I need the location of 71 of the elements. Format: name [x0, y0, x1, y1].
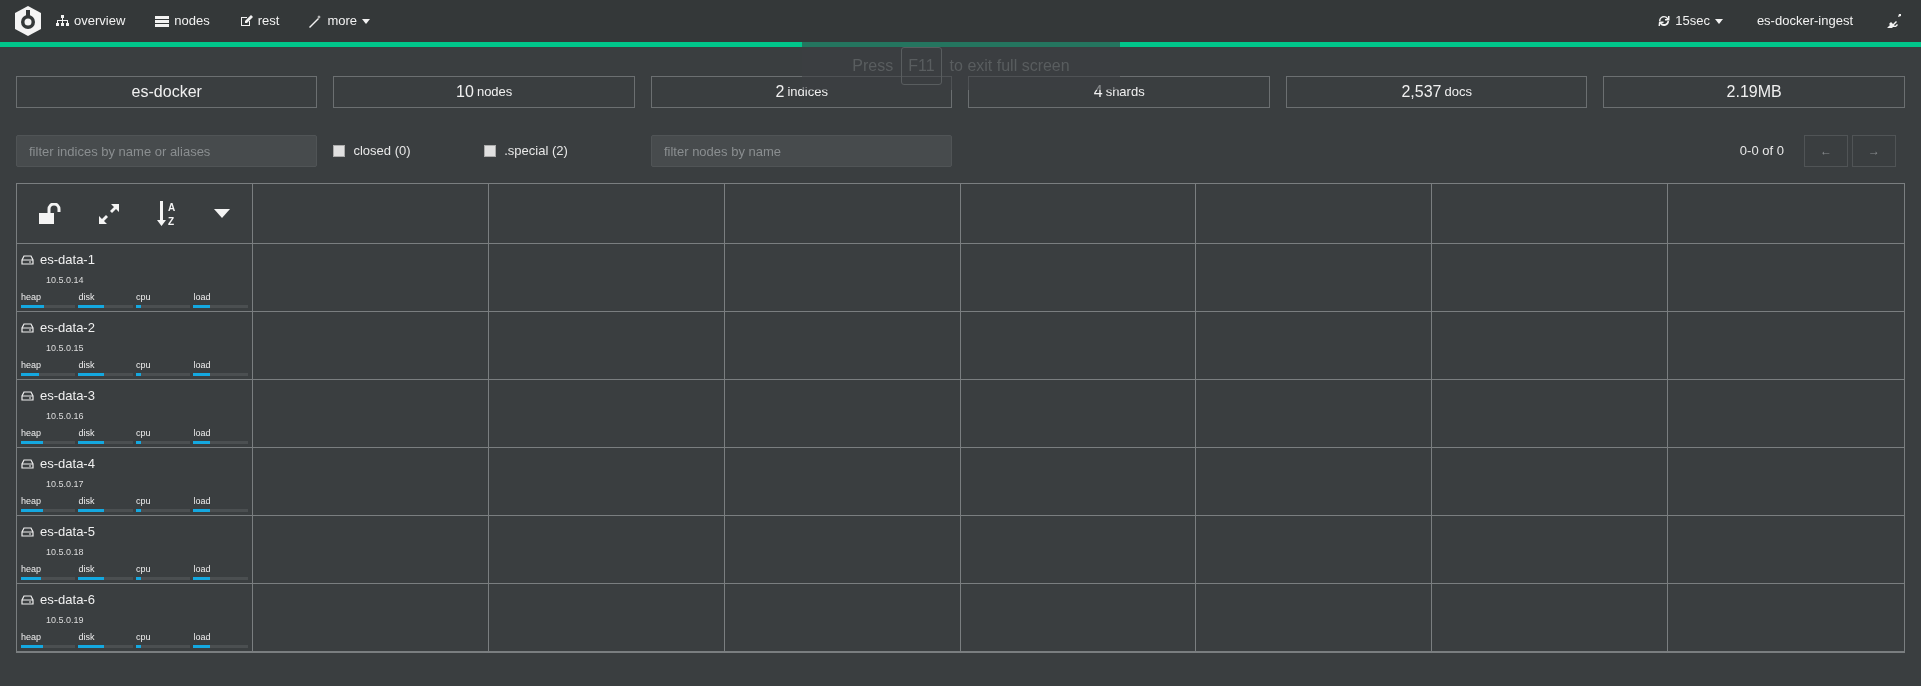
metric-label: cpu — [135, 291, 152, 304]
metric-label: heap — [21, 631, 43, 644]
metric-label: disk — [78, 427, 96, 440]
sitemap-icon — [56, 15, 69, 27]
nav-link[interactable]: more — [309, 11, 370, 31]
nav-link[interactable]: overview — [56, 11, 126, 31]
metric-label: heap — [21, 359, 43, 372]
metric-label: cpu — [135, 427, 152, 440]
unlock-icon[interactable] — [38, 202, 63, 225]
metric-label: load — [193, 563, 212, 576]
metric-label: cpu — [135, 563, 152, 576]
node-name[interactable]: es-data-2 — [40, 318, 95, 338]
metric-label: load — [193, 359, 212, 372]
node-ip: 10.5.0.19 — [46, 613, 85, 627]
filter-field[interactable]: filter indices by name or aliases — [16, 135, 318, 167]
metric-label: load — [193, 427, 212, 440]
metric-label: heap — [21, 495, 43, 508]
hard-drive-icon — [21, 322, 34, 333]
stat-box: 2 indices — [650, 76, 953, 108]
pagination-range: 0-0 of 0 — [1739, 142, 1784, 161]
node-name[interactable]: es-data-6 — [40, 590, 95, 610]
stat-box: 10 nodes — [333, 76, 635, 108]
checkbox[interactable] — [333, 145, 346, 157]
caret-icon — [1714, 18, 1723, 24]
metric-label: heap — [21, 291, 43, 304]
metric-label: disk — [78, 563, 96, 576]
hard-drive-icon — [21, 458, 34, 469]
node-ip: 10.5.0.18 — [46, 545, 85, 559]
hard-drive-icon — [21, 526, 34, 537]
server-list-icon — [155, 15, 170, 27]
filter-field[interactable]: filter nodes by name — [650, 135, 953, 167]
nav-link[interactable]: rest — [239, 11, 280, 31]
metric-label: disk — [78, 631, 96, 644]
nav-link[interactable]: nodes — [155, 11, 210, 31]
edit-icon — [239, 15, 253, 27]
metric-label: disk — [78, 495, 96, 508]
stat-box: es-docker — [16, 76, 318, 108]
logo-icon — [14, 6, 42, 36]
caret-icon[interactable] — [214, 209, 231, 218]
hard-drive-icon — [21, 254, 34, 265]
metric-label: cpu — [135, 631, 152, 644]
node-ip: 10.5.0.14 — [46, 273, 85, 287]
metric-label: heap — [21, 563, 43, 576]
node-name[interactable]: es-data-4 — [40, 454, 95, 474]
metric-label: disk — [78, 359, 96, 372]
checkbox-label[interactable]: .special (2) — [484, 141, 635, 161]
metric-label: load — [193, 495, 212, 508]
refresh-dropdown[interactable]: 15sec — [1658, 11, 1723, 31]
metric-label: heap — [21, 427, 43, 440]
metric-label: cpu — [135, 359, 152, 372]
stat-box: 2.19MB — [1603, 76, 1905, 108]
node-name[interactable]: es-data-1 — [40, 250, 95, 270]
node-ip: 10.5.0.17 — [46, 477, 85, 491]
checkbox[interactable] — [484, 145, 497, 157]
metric-label: disk — [78, 291, 96, 304]
cluster-link[interactable]: es-docker-ingest — [1756, 11, 1853, 31]
magic-wand-icon — [309, 14, 323, 28]
metric-label: load — [193, 291, 212, 304]
stat-box: 4 shards — [968, 76, 1270, 108]
stat-box: 2,537 docs — [1285, 76, 1588, 108]
expand-icon[interactable] — [97, 202, 120, 225]
node-name[interactable]: es-data-5 — [40, 522, 95, 542]
metric-label: cpu — [135, 495, 152, 508]
refresh-icon — [1658, 15, 1671, 27]
metric-label: load — [193, 631, 212, 644]
checkbox-label[interactable]: closed (0) — [333, 141, 485, 161]
hard-drive-icon — [21, 594, 34, 605]
node-ip: 10.5.0.15 — [46, 341, 85, 355]
node-ip: 10.5.0.16 — [46, 409, 85, 423]
node-name[interactable]: es-data-3 — [40, 386, 95, 406]
hard-drive-icon — [21, 390, 34, 401]
